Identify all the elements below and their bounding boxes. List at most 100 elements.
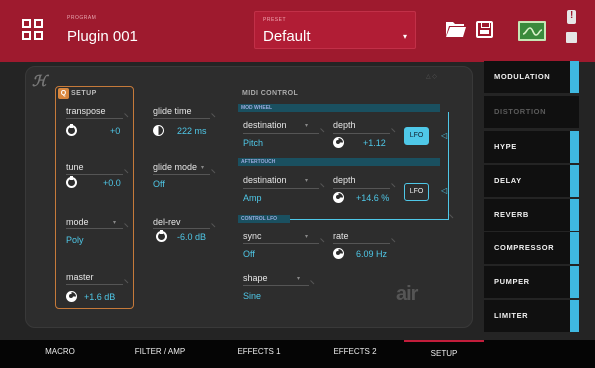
aftertouch-destination-value[interactable]: Amp [243,193,262,203]
lfo-link-icon: ◁ [441,131,448,140]
rate-knob[interactable] [333,248,344,259]
status-tag [570,300,579,332]
sync-value[interactable]: Off [243,249,255,259]
sidebar-item-label: MODULATION [494,72,551,81]
divider [333,243,390,244]
sidebar-item-modulation[interactable]: MODULATION [484,61,579,93]
tab-setup[interactable]: SETUP [404,340,484,368]
sidebar-item-label: LIMITER [494,311,529,320]
chevron-down-icon: ▾ [402,32,407,41]
divider [153,118,210,119]
divider [243,243,319,244]
aftertouch-destination-label: destination [243,175,287,185]
sidebar-item-pumper[interactable]: PUMPER [484,266,579,298]
panel-corner-icon: △ ◇ [426,74,437,80]
transpose-value: +0 [110,126,121,136]
glide-time-label: glide time [153,106,192,116]
aftertouch-lfo-button[interactable]: LFO [404,183,429,201]
chevron-down-icon: ▾ [305,123,309,129]
shape-value[interactable]: Sine [243,291,261,301]
save-icon[interactable] [476,21,493,38]
transpose-label: transpose [66,106,106,116]
sidebar-item-label: HYPE [494,142,517,151]
status-tag [570,199,579,231]
master-knob[interactable] [66,291,77,302]
preset-dropdown[interactable]: PRESET Default ▾ [254,11,416,49]
sidebar-item-reverb[interactable]: REVERB [484,199,579,231]
mod-wheel-destination-value[interactable]: Pitch [243,138,263,148]
transpose-knob[interactable] [66,124,77,136]
status-tag [570,131,579,163]
del-rev-knob[interactable] [156,230,167,242]
divider [66,228,123,229]
mode-label: mode [66,217,89,227]
setup-title: SETUP [71,90,97,97]
aftertouch-depth-label: depth [333,175,356,185]
divider [243,188,319,189]
tab-effects-1[interactable]: EFFECTS 1 [212,340,306,368]
divider [153,174,210,175]
divider [66,284,123,285]
divider [333,133,390,134]
program-label: PROGRAM [67,15,97,21]
alert-icon[interactable] [567,10,576,24]
tab-effects-2[interactable]: EFFECTS 2 [308,340,402,368]
chip-icon[interactable] [566,32,577,43]
aftertouch-depth-knob[interactable] [333,192,344,203]
glide-time-value: 222 ms [177,126,207,136]
folder-icon[interactable] [446,22,466,37]
lfo-connector-line [290,219,448,220]
q-badge[interactable]: Q [58,88,69,99]
mode-value[interactable]: Poly [66,235,84,245]
aftertouch-header: AFTERTOUCH [238,158,440,166]
air-logo: air [396,283,418,305]
mod-wheel-depth-knob[interactable] [333,137,344,148]
divider [66,174,123,175]
control-lfo-header: CONTROL LFO [238,215,290,223]
tune-knob[interactable] [66,176,77,188]
lfo-connector [448,112,449,220]
divider [243,285,309,286]
shape-label: shape [243,273,268,283]
midi-control-title: MIDI CONTROL [242,90,299,97]
glide-time-knob[interactable] [153,125,164,136]
mod-wheel-lfo-button[interactable]: LFO [404,127,429,145]
preset-value: Default [263,28,311,45]
sidebar-item-label: REVERB [494,210,529,219]
grid-icon[interactable] [22,19,46,43]
tab-macro[interactable]: MACRO [12,340,108,368]
control-lfo-label: CONTROL LFO [241,216,278,222]
sidebar-item-limiter[interactable]: LIMITER [484,300,579,332]
status-tag [570,61,579,93]
tab-filter-amp[interactable]: FILTER / AMP [110,340,210,368]
waveform-icon[interactable] [518,21,546,41]
sidebar-item-delay[interactable]: DELAY [484,165,579,197]
sidebar-item-compressor[interactable]: COMPRESSOR [484,232,579,264]
glide-mode-label: glide mode [153,162,198,172]
master-value: +1.6 dB [84,292,116,302]
rate-label: rate [333,231,349,241]
sidebar-item-label: COMPRESSOR [494,243,555,252]
mod-wheel-depth-label: depth [333,120,356,130]
divider [333,188,390,189]
sidebar-item-label: DELAY [494,176,522,185]
status-tag [570,266,579,298]
mod-wheel-depth-value: +1.12 [363,138,386,148]
divider [243,133,319,134]
divider [66,118,123,119]
rate-value: 6.09 Hz [356,249,388,259]
chevron-down-icon: ▾ [297,276,301,282]
program-name[interactable]: Plugin 001 [67,28,138,45]
chevron-down-icon: ▾ [305,178,309,184]
chevron-down-icon: ▾ [201,165,205,171]
sidebar-item-hype[interactable]: HYPE [484,131,579,163]
tune-label: tune [66,162,84,172]
del-rev-value: -6.0 dB [177,232,207,242]
chevron-down-icon: ▾ [305,234,309,240]
sidebar-item-distortion[interactable]: DISTORTION [484,96,579,128]
mod-wheel-label: MOD WHEEL [241,105,273,111]
glide-mode-value[interactable]: Off [153,179,165,189]
lfo-link-icon: ◁ [441,186,448,195]
mod-wheel-destination-label: destination [243,120,287,130]
tune-value: +0.0 [103,178,121,188]
